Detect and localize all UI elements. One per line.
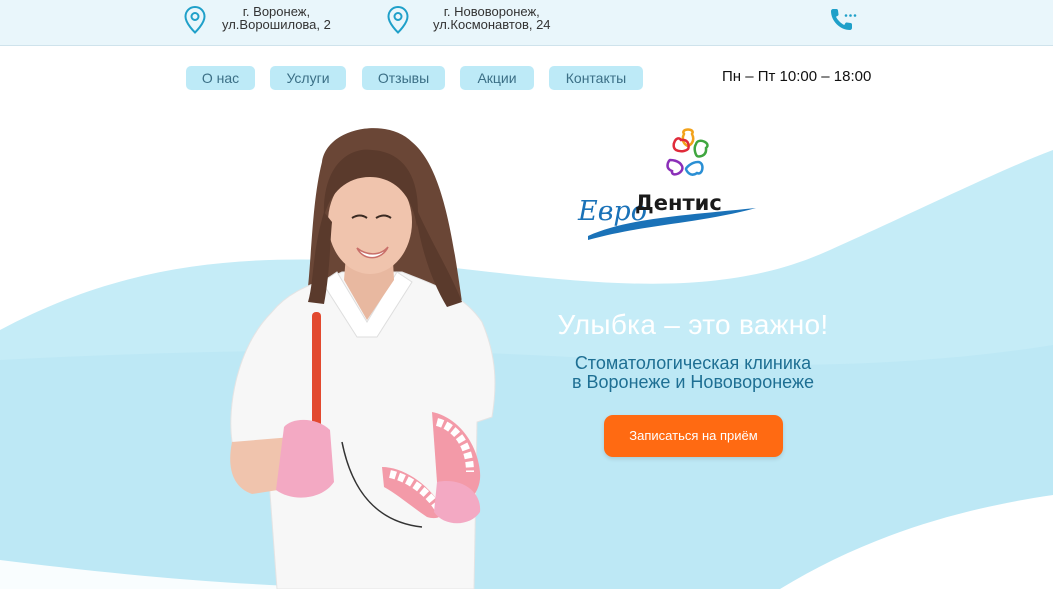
- address-voronezh[interactable]: г. Воронеж, ул.Ворошилова, 2: [184, 5, 331, 34]
- address-street: ул.Космонавтов, 24: [433, 17, 551, 32]
- hero-subtitle-line1: Стоматологическая клиника: [574, 353, 812, 373]
- nav-reviews[interactable]: Отзывы: [362, 66, 445, 90]
- logo-text-dentis: Дентис: [635, 191, 722, 215]
- book-appointment-button[interactable]: Записаться на приём: [604, 415, 783, 457]
- hero-subtitle-line2: в Воронеже и Нововоронеже: [571, 372, 815, 392]
- address-text: г. Нововоронеж, ул.Космонавтов, 24: [433, 5, 551, 31]
- location-pin-icon: [387, 6, 409, 34]
- address-text: г. Воронеж, ул.Ворошилова, 2: [222, 5, 331, 31]
- location-pin-icon: [184, 6, 206, 34]
- hero-subtitle: Стоматологическая клиника в Воронеже и Н…: [520, 354, 866, 392]
- top-contact-bar: г. Воронеж, ул.Ворошилова, 2 г. Нововоро…: [0, 0, 1053, 46]
- hero-title: Улыбка – это важно!: [557, 309, 829, 340]
- evrodentis-logo[interactable]: Евро Дентис: [576, 124, 758, 246]
- address-street: ул.Ворошилова, 2: [222, 17, 331, 32]
- nav-promotions[interactable]: Акции: [460, 66, 534, 90]
- phone-icon[interactable]: [829, 6, 859, 32]
- address-novovoronezh[interactable]: г. Нововоронеж, ул.Космонавтов, 24: [387, 5, 551, 34]
- nav-contacts[interactable]: Контакты: [549, 66, 643, 90]
- nav-services[interactable]: Услуги: [270, 66, 346, 90]
- working-hours: Пн – Пт 10:00 – 18:00: [722, 68, 872, 85]
- toothbrush-icon: [312, 312, 321, 432]
- dentist-woman-image: [230, 128, 496, 589]
- nav-about[interactable]: О нас: [186, 66, 255, 90]
- flower-teeth-logo-icon: [666, 128, 709, 176]
